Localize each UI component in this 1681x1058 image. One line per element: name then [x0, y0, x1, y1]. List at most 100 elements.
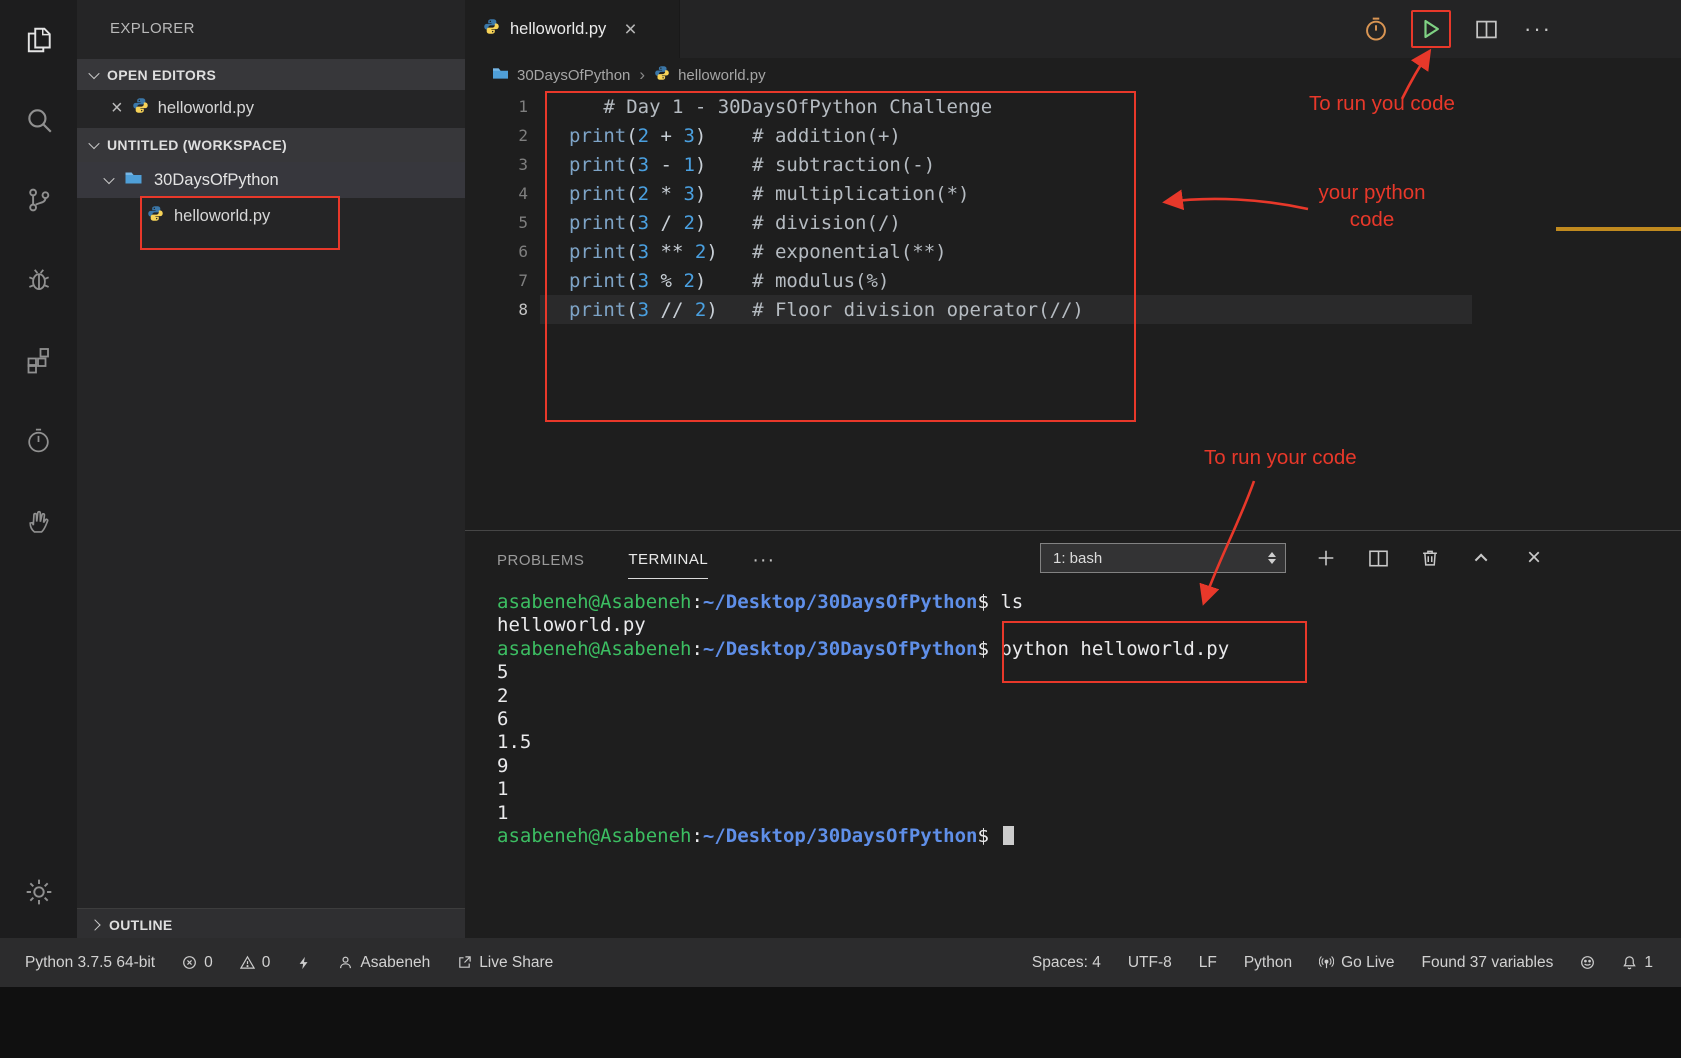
- shell-select-value: 1: bash: [1053, 550, 1102, 567]
- status-errors[interactable]: 0: [182, 954, 213, 972]
- status-encoding-label: UTF-8: [1128, 954, 1172, 972]
- file-item-helloworld[interactable]: helloworld.py: [77, 198, 465, 234]
- terminal[interactable]: asabeneh@Asabeneh:~/Desktop/30DaysOfPyth…: [497, 591, 1661, 848]
- close-panel-icon[interactable]: ×: [1522, 544, 1546, 572]
- prompt-path: ~/Desktop/30DaysOfPython: [703, 591, 978, 613]
- code-line-text: print(3 / 2) # division(/): [569, 212, 901, 234]
- source-control-icon[interactable]: [0, 160, 77, 240]
- code-line-text: print(2 + 3) # addition(+): [569, 125, 901, 147]
- status-notifications[interactable]: 1: [1622, 954, 1653, 972]
- timer-icon[interactable]: [1359, 10, 1393, 48]
- folder-icon: [124, 170, 143, 191]
- line-number: 5: [465, 213, 528, 232]
- terminal-prompt-line: asabeneh@Asabeneh:~/Desktop/30DaysOfPyth…: [497, 591, 1661, 614]
- terminal-output-line: 1.5: [497, 731, 1661, 754]
- terminal-output-text: 2: [497, 685, 508, 707]
- panel-more-icon[interactable]: ···: [752, 549, 775, 572]
- code-line-4[interactable]: 4print(2 * 3) # multiplication(*): [465, 179, 1681, 208]
- smiley-icon: [1580, 955, 1595, 970]
- file-name: helloworld.py: [174, 207, 270, 226]
- status-account[interactable]: Asabeneh: [338, 954, 430, 972]
- more-actions-icon[interactable]: ···: [1521, 10, 1555, 48]
- code-line-text: # Day 1 - 30DaysOfPython Challenge: [569, 96, 992, 118]
- code-line-6[interactable]: 6print(3 ** 2) # exponential(**): [465, 237, 1681, 266]
- status-go-live[interactable]: Go Live: [1319, 954, 1394, 972]
- tab-helloworld[interactable]: helloworld.py ×: [465, 0, 680, 58]
- line-number: 7: [465, 271, 528, 290]
- code-line-8[interactable]: 8print(3 // 2) # Floor division operator…: [465, 295, 1681, 324]
- run-debug-icon[interactable]: [0, 240, 77, 320]
- prompt-user: asabeneh@Asabeneh: [497, 638, 691, 660]
- status-feedback-bolt[interactable]: [297, 956, 311, 970]
- status-bar: Python 3.7.5 64-bit00AsabenehLive Share …: [0, 938, 1681, 987]
- explorer-icon[interactable]: [0, 0, 77, 80]
- status-smiley[interactable]: [1580, 955, 1595, 970]
- extensions-icon[interactable]: [0, 320, 77, 400]
- tab-close-icon[interactable]: ×: [624, 19, 636, 40]
- maximize-panel-icon[interactable]: [1470, 544, 1494, 572]
- split-editor-icon[interactable]: [1469, 10, 1503, 48]
- status-eol[interactable]: LF: [1199, 954, 1217, 972]
- activity-bar: [0, 0, 77, 938]
- outline-header[interactable]: OUTLINE: [77, 908, 465, 940]
- run-button[interactable]: [1411, 10, 1451, 48]
- code-line-5[interactable]: 5 print(3 / 2) # division(/): [465, 208, 1681, 237]
- workspace-header[interactable]: UNTITLED (WORKSPACE): [77, 128, 465, 162]
- terminal-output-text: 9: [497, 755, 508, 777]
- prompt-path: ~/Desktop/30DaysOfPython: [703, 638, 978, 660]
- hand-extension-icon[interactable]: [0, 480, 77, 560]
- breadcrumb-file[interactable]: helloworld.py: [678, 67, 766, 84]
- python-file-icon: [483, 18, 500, 40]
- python-file-icon: [654, 65, 670, 85]
- code-editor[interactable]: 1 # Day 1 - 30DaysOfPython Challenge2pri…: [465, 92, 1681, 324]
- status-language-mode[interactable]: Python: [1244, 954, 1292, 972]
- tab-terminal[interactable]: TERMINAL: [628, 541, 708, 579]
- split-terminal-icon[interactable]: [1366, 544, 1390, 572]
- status-go-live-label: Go Live: [1341, 954, 1394, 972]
- explorer-sidebar: EXPLORER OPEN EDITORS × helloworld.py UN…: [77, 0, 465, 938]
- code-line-text: print(3 - 1) # subtraction(-): [569, 154, 935, 176]
- folder-item-30daysofpython[interactable]: 30DaysOfPython: [77, 162, 465, 198]
- folder-name: 30DaysOfPython: [154, 171, 279, 190]
- timer-extension-icon[interactable]: [0, 400, 77, 480]
- status-variables[interactable]: Found 37 variables: [1422, 954, 1554, 972]
- open-editors-header[interactable]: OPEN EDITORS: [77, 59, 465, 90]
- chevron-down-icon: [103, 173, 114, 184]
- terminal-prompt-line: asabeneh@Asabeneh:~/Desktop/30DaysOfPyth…: [497, 825, 1661, 848]
- status-warnings-label: 0: [262, 954, 271, 972]
- status-account-label: Asabeneh: [360, 954, 430, 972]
- status-python-version[interactable]: Python 3.7.5 64-bit: [25, 954, 155, 972]
- code-line-text: print(3 // 2) # Floor division operator(…: [569, 299, 1084, 321]
- settings-gear-icon[interactable]: [0, 862, 77, 922]
- new-terminal-icon[interactable]: [1314, 544, 1338, 572]
- tab-problems[interactable]: PROBLEMS: [497, 541, 584, 579]
- status-live-share[interactable]: Live Share: [457, 954, 553, 972]
- search-icon[interactable]: [0, 80, 77, 160]
- status-encoding[interactable]: UTF-8: [1128, 954, 1172, 972]
- code-line-2[interactable]: 2print(2 + 3) # addition(+): [465, 121, 1681, 150]
- code-line-1[interactable]: 1 # Day 1 - 30DaysOfPython Challenge: [465, 92, 1681, 121]
- status-warnings[interactable]: 0: [240, 954, 271, 972]
- chevron-down-icon: [88, 67, 99, 78]
- line-number: 6: [465, 242, 528, 261]
- kill-terminal-icon[interactable]: [1418, 544, 1442, 572]
- workspace-label: UNTITLED (WORKSPACE): [107, 137, 287, 153]
- code-line-7[interactable]: 7print(3 % 2) # modulus(%): [465, 266, 1681, 295]
- status-indentation[interactable]: Spaces: 4: [1032, 954, 1101, 972]
- terminal-output-line: 9: [497, 755, 1661, 778]
- open-editor-item[interactable]: × helloworld.py: [77, 90, 465, 126]
- terminal-output-line: 1: [497, 778, 1661, 801]
- terminal-output-line: 6: [497, 708, 1661, 731]
- editor-actions: ···: [1341, 0, 1681, 58]
- broadcast-icon: [1319, 955, 1334, 970]
- breadcrumb-folder[interactable]: 30DaysOfPython: [517, 67, 630, 84]
- terminal-command: python helloworld.py: [1000, 638, 1229, 660]
- terminal-prompt-line: asabeneh@Asabeneh:~/Desktop/30DaysOfPyth…: [497, 638, 1661, 661]
- breadcrumb[interactable]: 30DaysOfPython › helloworld.py: [465, 58, 1681, 92]
- terminal-output-text: 6: [497, 708, 508, 730]
- code-line-3[interactable]: 3print(3 - 1) # subtraction(-): [465, 150, 1681, 179]
- close-editor-icon[interactable]: ×: [111, 98, 123, 118]
- status-indentation-label: Spaces: 4: [1032, 954, 1101, 972]
- status-live-share-label: Live Share: [479, 954, 553, 972]
- terminal-shell-select[interactable]: 1: bash: [1040, 543, 1286, 573]
